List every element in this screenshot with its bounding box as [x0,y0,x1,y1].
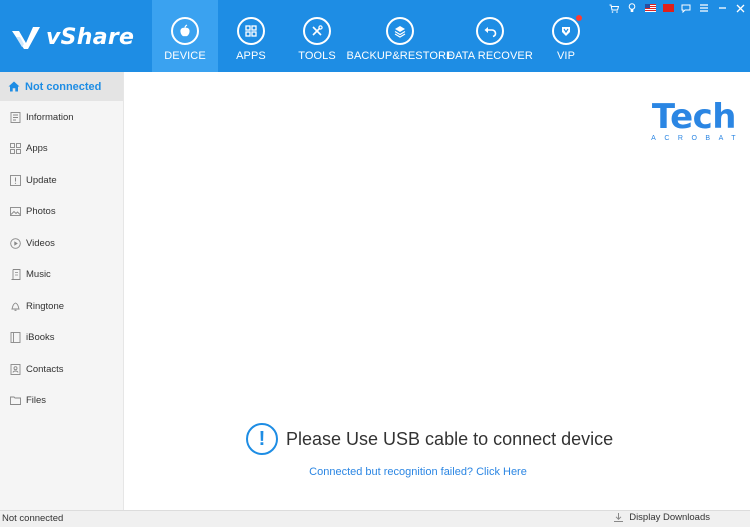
sidebar-item-label: Ringtone [26,300,65,312]
sidebar-item-label: Videos [26,237,55,249]
layers-icon [386,17,414,45]
main-content: Tech ACROBAT ! Please Use USB cable to c… [125,72,750,510]
sidebar-item-apps[interactable]: Apps [0,137,123,159]
tools-icon [303,17,331,45]
ringtone-icon [11,302,20,311]
apps-grid-icon [237,17,265,45]
flag-cn-icon[interactable] [662,2,674,14]
connect-message-text: Please Use USB cable to connect device [286,428,614,449]
tab-apps-label: APPS [236,50,266,62]
minimize-icon[interactable] [716,2,728,14]
sidebar-item-music[interactable]: Music [0,263,123,285]
videos-icon [10,237,21,249]
home-icon [8,81,20,92]
update-icon [10,174,21,186]
tab-device-label: DEVICE [164,50,206,62]
sidebar-item-label: Contacts [26,363,64,375]
sidebar-item-ringtone[interactable]: Ringtone [0,295,123,317]
tab-tools-label: TOOLS [298,50,336,62]
sidebar-item-label: Photos [26,205,56,217]
watermark-subtitle: ACROBAT [651,135,744,142]
sidebar-item-update[interactable]: Update [0,169,123,191]
apps-icon [10,142,21,154]
tab-tools[interactable]: TOOLS [284,0,350,72]
sidebar: Not connected Information Apps Update Ph… [0,72,124,510]
cart-icon[interactable] [608,2,620,14]
top-header: vShare DEVICE APPS TOOLS BACKUP&RESTORE [0,0,750,72]
sidebar-header-not-connected[interactable]: Not connected [0,72,123,101]
display-downloads-label: Display Downloads [629,512,710,523]
alert-icon: ! [246,423,278,455]
sidebar-item-files[interactable]: Files [0,389,123,411]
sidebar-item-ibooks[interactable]: iBooks [0,326,123,348]
watermark-title: Tech [651,97,737,137]
tab-data-recover[interactable]: DATA RECOVER [447,0,533,72]
sidebar-header-label: Not connected [25,80,102,93]
tab-apps[interactable]: APPS [218,0,284,72]
sidebar-item-label: Information [26,111,74,123]
files-icon [10,396,21,405]
chat-icon[interactable] [680,2,692,14]
vshare-logo-icon [12,27,40,49]
tab-vip-label: VIP [556,50,576,62]
sidebar-item-label: Files [26,394,47,406]
information-icon [10,111,21,123]
window-controls [608,2,746,14]
sidebar-item-label: Update [26,174,57,186]
undo-icon [476,17,504,45]
sidebar-item-information[interactable]: Information [0,106,123,128]
vip-crown-icon [552,15,582,45]
sidebar-item-contacts[interactable]: Contacts [0,358,123,380]
ibooks-icon [10,331,21,343]
tab-backup-restore[interactable]: BACKUP&RESTORE [347,0,453,72]
flag-us-icon[interactable] [644,2,656,14]
status-bar: Not connected Display Downloads [0,510,750,527]
bulb-icon[interactable] [626,2,638,14]
recognition-failed-link[interactable]: Connected but recognition failed? Click … [125,466,711,478]
display-downloads-button[interactable]: Display Downloads [613,512,710,523]
music-icon [11,268,21,280]
menu-icon[interactable] [698,2,710,14]
brand: vShare [10,20,134,54]
brand-name: vShare [46,24,135,50]
tab-vip[interactable]: VIP [530,0,602,72]
status-text: Not connected [2,513,64,524]
apple-icon [171,17,199,45]
contacts-icon [10,363,21,375]
download-icon [614,513,624,522]
tab-data-recover-label: DATA RECOVER [447,50,533,62]
close-icon[interactable] [734,2,746,14]
photos-icon [10,206,21,216]
sidebar-item-label: Music [26,268,51,280]
tab-device[interactable]: DEVICE [152,0,218,72]
sidebar-item-photos[interactable]: Photos [0,200,123,222]
sidebar-item-label: Apps [26,142,48,154]
sidebar-item-videos[interactable]: Videos [0,232,123,254]
vip-notification-dot [576,15,582,21]
connect-message: ! Please Use USB cable to connect device [246,422,613,456]
techacrobat-watermark: Tech ACROBAT [651,100,736,142]
sidebar-item-label: iBooks [26,331,55,343]
tab-backup-restore-label: BACKUP&RESTORE [346,50,454,62]
